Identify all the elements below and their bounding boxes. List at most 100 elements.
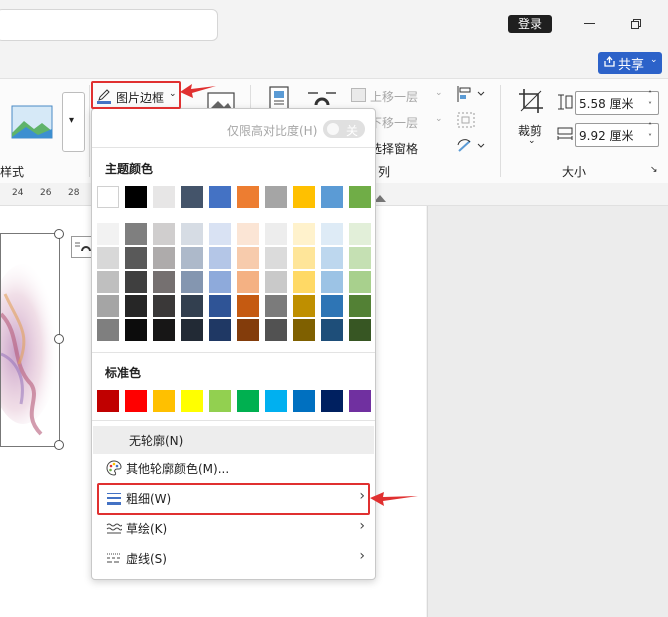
theme-shade-swatch[interactable] bbox=[181, 295, 203, 317]
search-input[interactable] bbox=[0, 9, 218, 41]
spin-up-icon[interactable]: ˄ bbox=[648, 90, 652, 99]
standard-color-swatch[interactable] bbox=[237, 390, 259, 412]
restore-icon[interactable] bbox=[631, 18, 641, 29]
theme-shade-swatch[interactable] bbox=[125, 223, 147, 245]
rotate-icon[interactable] bbox=[456, 137, 486, 155]
minimize-icon[interactable] bbox=[584, 23, 595, 24]
theme-shade-swatch[interactable] bbox=[153, 295, 175, 317]
style-gallery-more-button[interactable]: ▾ bbox=[62, 92, 85, 152]
theme-shade-swatch[interactable] bbox=[265, 319, 287, 341]
theme-shade-swatch[interactable] bbox=[349, 319, 371, 341]
theme-shade-swatch[interactable] bbox=[265, 295, 287, 317]
crop-button[interactable]: 裁剪 ⌄ bbox=[512, 87, 552, 147]
theme-shade-swatch[interactable] bbox=[97, 295, 119, 317]
theme-shade-swatch[interactable] bbox=[349, 223, 371, 245]
theme-shade-swatch[interactable] bbox=[153, 247, 175, 269]
theme-shade-swatch[interactable] bbox=[97, 223, 119, 245]
theme-shade-swatch[interactable] bbox=[349, 247, 371, 269]
high-contrast-toggle[interactable]: 关 bbox=[323, 120, 365, 138]
theme-shade-swatch[interactable] bbox=[349, 295, 371, 317]
sketched-item[interactable]: 草绘(K) › bbox=[93, 514, 374, 542]
theme-shade-swatch[interactable] bbox=[181, 247, 203, 269]
theme-shade-swatch[interactable] bbox=[237, 247, 259, 269]
dashes-item[interactable]: 虚线(S) › bbox=[93, 544, 374, 572]
group-icon[interactable] bbox=[456, 111, 478, 129]
standard-color-swatch[interactable] bbox=[209, 390, 231, 412]
standard-color-swatch[interactable] bbox=[321, 390, 343, 412]
theme-shade-swatch[interactable] bbox=[321, 271, 343, 293]
spin-down-icon[interactable]: ˅ bbox=[648, 101, 652, 110]
resize-handle[interactable] bbox=[54, 440, 64, 450]
spin-up-icon[interactable]: ˄ bbox=[648, 122, 652, 131]
theme-shade-swatch[interactable] bbox=[237, 319, 259, 341]
theme-shade-swatch[interactable] bbox=[97, 271, 119, 293]
spin-down-icon[interactable]: ˅ bbox=[648, 133, 652, 142]
standard-color-swatch[interactable] bbox=[293, 390, 315, 412]
theme-shade-swatch[interactable] bbox=[209, 223, 231, 245]
theme-shade-swatch[interactable] bbox=[181, 271, 203, 293]
theme-color-swatch[interactable] bbox=[265, 186, 287, 208]
standard-color-swatch[interactable] bbox=[125, 390, 147, 412]
theme-color-swatch[interactable] bbox=[97, 186, 119, 208]
theme-color-swatch[interactable] bbox=[349, 186, 371, 208]
theme-shade-swatch[interactable] bbox=[125, 271, 147, 293]
theme-shade-swatch[interactable] bbox=[209, 319, 231, 341]
selection-pane-button[interactable]: 选择窗格 bbox=[370, 140, 418, 157]
layout-options-icon[interactable] bbox=[71, 236, 93, 258]
theme-shade-swatch[interactable] bbox=[153, 319, 175, 341]
standard-color-swatch[interactable] bbox=[265, 390, 287, 412]
theme-shade-swatch[interactable] bbox=[125, 319, 147, 341]
height-input[interactable]: 5.58 厘米 ˄ ˅ bbox=[575, 90, 659, 115]
standard-color-swatch[interactable] bbox=[97, 390, 119, 412]
theme-shade-swatch[interactable] bbox=[265, 247, 287, 269]
resize-handle[interactable] bbox=[54, 229, 64, 239]
login-button[interactable]: 登录 bbox=[508, 15, 552, 33]
theme-color-swatch[interactable] bbox=[321, 186, 343, 208]
theme-shade-swatch[interactable] bbox=[321, 319, 343, 341]
theme-shade-swatch[interactable] bbox=[237, 223, 259, 245]
theme-shade-swatch[interactable] bbox=[181, 223, 203, 245]
standard-color-swatch[interactable] bbox=[153, 390, 175, 412]
theme-shade-swatch[interactable] bbox=[125, 295, 147, 317]
theme-color-swatch[interactable] bbox=[125, 186, 147, 208]
theme-shade-swatch[interactable] bbox=[293, 319, 315, 341]
share-button[interactable]: 共享 ⌄ bbox=[598, 52, 662, 74]
theme-color-swatch[interactable] bbox=[153, 186, 175, 208]
width-input[interactable]: 9.92 厘米 ˄ ˅ bbox=[575, 122, 659, 147]
theme-color-swatch[interactable] bbox=[209, 186, 231, 208]
resize-handle[interactable] bbox=[54, 334, 64, 344]
theme-shade-swatch[interactable] bbox=[97, 247, 119, 269]
theme-shade-swatch[interactable] bbox=[209, 271, 231, 293]
theme-shade-swatch[interactable] bbox=[209, 295, 231, 317]
theme-shade-swatch[interactable] bbox=[265, 271, 287, 293]
picture-style-thumbnail[interactable] bbox=[10, 103, 54, 143]
theme-shade-swatch[interactable] bbox=[293, 247, 315, 269]
theme-shade-swatch[interactable] bbox=[321, 223, 343, 245]
theme-shade-swatch[interactable] bbox=[153, 271, 175, 293]
align-icon[interactable] bbox=[456, 85, 486, 103]
selected-picture[interactable] bbox=[0, 233, 60, 447]
theme-shade-swatch[interactable] bbox=[209, 247, 231, 269]
theme-color-swatch[interactable] bbox=[181, 186, 203, 208]
theme-shade-swatch[interactable] bbox=[265, 223, 287, 245]
theme-shade-swatch[interactable] bbox=[321, 247, 343, 269]
theme-shade-swatch[interactable] bbox=[293, 223, 315, 245]
theme-shade-swatch[interactable] bbox=[153, 223, 175, 245]
theme-shade-swatch[interactable] bbox=[181, 319, 203, 341]
theme-shade-swatch[interactable] bbox=[293, 295, 315, 317]
send-backward-button[interactable]: 下移一层 bbox=[370, 114, 418, 131]
theme-shade-swatch[interactable] bbox=[349, 271, 371, 293]
more-outline-colors-item[interactable]: 其他轮廓颜色(M)... bbox=[93, 454, 374, 482]
theme-shade-swatch[interactable] bbox=[293, 271, 315, 293]
theme-shade-swatch[interactable] bbox=[321, 295, 343, 317]
theme-color-swatch[interactable] bbox=[237, 186, 259, 208]
standard-color-swatch[interactable] bbox=[181, 390, 203, 412]
theme-shade-swatch[interactable] bbox=[237, 295, 259, 317]
theme-shade-swatch[interactable] bbox=[125, 247, 147, 269]
no-outline-item[interactable]: 无轮廓(N) bbox=[93, 426, 374, 454]
theme-shade-swatch[interactable] bbox=[237, 271, 259, 293]
standard-color-swatch[interactable] bbox=[349, 390, 371, 412]
theme-shade-swatch[interactable] bbox=[97, 319, 119, 341]
bring-forward-button[interactable]: 上移一层 bbox=[370, 88, 418, 105]
size-dialog-launcher-icon[interactable]: ↘ bbox=[650, 165, 658, 175]
